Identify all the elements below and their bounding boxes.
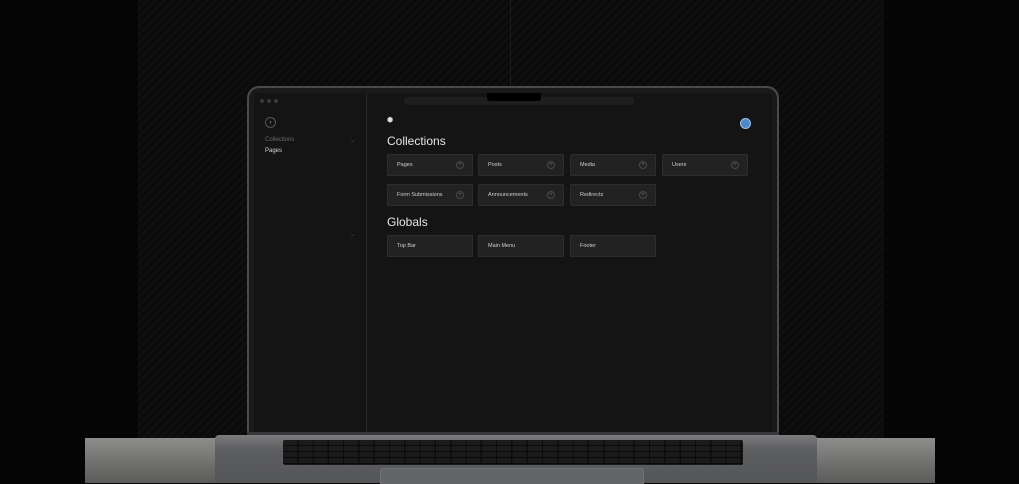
global-card-top-bar[interactable]: Top Bar <box>387 235 473 257</box>
chevron-down-icon[interactable]: ⌄ <box>350 231 355 238</box>
collections-title: Collections <box>387 134 446 148</box>
plus-icon[interactable]: + <box>547 191 555 199</box>
plus-icon[interactable]: + <box>456 191 464 199</box>
trackpad <box>380 468 644 484</box>
card-label: Footer <box>580 243 596 249</box>
collection-card-form-submissions[interactable]: Form Submissions + <box>387 184 473 206</box>
globals-title: Globals <box>387 215 428 229</box>
collection-card-users[interactable]: Users + <box>662 154 748 176</box>
plus-icon[interactable]: + <box>456 161 464 169</box>
sidebar: ‹ Collections ⌄ Pages ⌄ <box>254 93 367 438</box>
sidebar-item-pages[interactable]: Pages <box>265 148 282 154</box>
card-label: Redirects <box>580 192 604 198</box>
plus-icon[interactable]: + <box>547 161 555 169</box>
card-label: Main Menu <box>488 243 516 249</box>
collection-card-announcements[interactable]: Announcements + <box>478 184 564 206</box>
global-card-footer[interactable]: Footer <box>570 235 656 257</box>
card-label: Media <box>580 162 595 168</box>
plus-icon[interactable]: + <box>639 191 647 199</box>
card-label: Users <box>672 162 687 168</box>
user-avatar-icon[interactable] <box>740 118 751 129</box>
collection-card-pages[interactable]: Pages + <box>387 154 473 176</box>
plus-icon[interactable]: + <box>639 161 647 169</box>
back-button[interactable]: ‹ <box>265 117 276 128</box>
collection-card-posts[interactable]: Posts + <box>478 154 564 176</box>
plus-icon[interactable]: + <box>731 161 739 169</box>
global-card-main-menu[interactable]: Main Menu <box>478 235 564 257</box>
payload-logo-icon[interactable]: ⬢ <box>387 117 393 124</box>
collection-card-redirects[interactable]: Redirects + <box>570 184 656 206</box>
card-label: Posts <box>488 162 502 168</box>
chevron-left-icon: ‹ <box>269 119 272 126</box>
card-label: Pages <box>397 162 413 168</box>
sidebar-group-collections[interactable]: Collections <box>265 137 294 143</box>
chevron-down-icon[interactable]: ⌄ <box>350 137 355 144</box>
backdrop-seam <box>510 0 511 90</box>
keyboard-rows <box>283 440 743 465</box>
collection-card-media[interactable]: Media + <box>570 154 656 176</box>
laptop-screen: ‹ Collections ⌄ Pages ⌄ ⬢ Collections Pa… <box>254 93 772 438</box>
card-label: Form Submissions <box>397 192 443 198</box>
card-label: Announcements <box>488 192 528 198</box>
card-label: Top Bar <box>397 243 416 249</box>
dashboard-main: ⬢ Collections Pages + Posts + Media + Us… <box>366 93 772 438</box>
